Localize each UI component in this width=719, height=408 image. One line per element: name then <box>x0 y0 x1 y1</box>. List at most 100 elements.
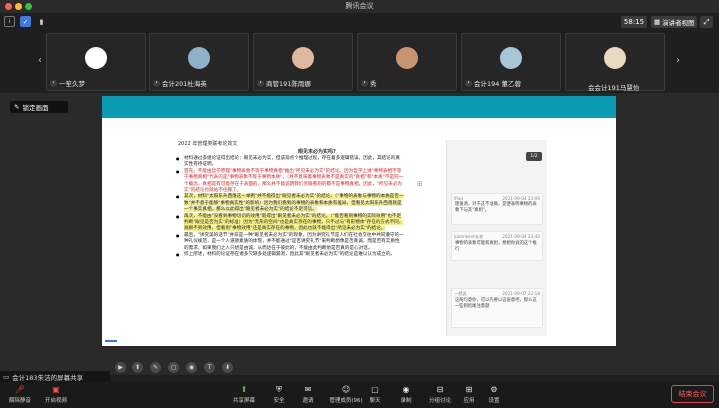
document-paragraph: 再次，不能由"没看到事物切切的效用"就得出"眼见者未必为实"的结论。（"能否看到… <box>176 213 404 233</box>
chat-icon: ▢ <box>371 385 379 394</box>
mic-icon: • <box>50 79 57 87</box>
document-title: 眼见未必为实吗? <box>298 149 336 155</box>
participant-name: 会会计191马慧怡 <box>588 82 639 92</box>
participant-name-text: 会会计191马慧怡 <box>588 84 640 92</box>
shield-icon[interactable]: ✓ <box>20 16 31 27</box>
document-paragraph: 综上所述，材料的论证存在诸多欠缺多处逻辑漏洞，因此其"眼见者未必为实"的结论是难… <box>176 252 404 259</box>
share-screen-icon: ⬆ <box>240 385 248 394</box>
mic-icon: • <box>361 79 368 87</box>
document-header: 2022 年管理类联考论效文 <box>178 141 238 147</box>
document-paragraph: 最后，"讲究美的话节"并非是一种"眼见者未必为实"的现象。因为讲究礼节是人们在社… <box>176 233 404 252</box>
share-status-text: 会计183朱洁的屏幕共享 <box>12 373 84 382</box>
prev-page-arrow[interactable]: ‹ <box>38 55 42 66</box>
comment-text: 这两句意你，可以先要以这说意吧，那么这一些则结尾注意题 <box>455 298 537 309</box>
invite-button[interactable]: ✉ 邀请 <box>290 384 326 406</box>
participant-name: • 会计201杜海英 <box>153 78 245 88</box>
avatar <box>396 47 418 69</box>
avatar <box>292 47 314 69</box>
comment-header: 一就说 2021-09-07 22:18 <box>452 289 542 297</box>
text-icon[interactable]: T <box>204 362 215 373</box>
participant-tile[interactable]: • 商管191陈雨娜 <box>253 33 353 91</box>
comment-header: iPad 2021-09-04 23:09 <box>452 194 542 201</box>
share-screen-button[interactable]: ⬆ 共享屏幕 <box>226 384 262 406</box>
avatar <box>188 47 210 69</box>
screen-share-icon: ▭ <box>3 372 10 381</box>
avatar <box>604 47 626 69</box>
comment-marker-icon[interactable]: ⊞ <box>417 180 423 188</box>
document-body: 材料通过多组论证得出结论：眼见未必为实，但该观点个推理过程，存在着多逻辑错误，因… <box>176 156 404 259</box>
comment-text: 事物的表象可能和真相，想想你说的这个推行 <box>455 241 537 252</box>
progress-line <box>105 340 117 342</box>
document-paragraph: 材料通过多组论证得出结论：眼见未必为实，但该观点个推理过程，存在着多逻辑错误，因… <box>176 156 404 169</box>
participant-name: • 商管191陈雨娜 <box>257 78 349 88</box>
view-mode-button[interactable]: ▦ 演讲者视图 <box>651 16 697 28</box>
comment-card[interactable]: iPad 2021-09-04 23:09 理很清，对于这不准确，是便表明事物的表象… <box>451 193 543 225</box>
end-meeting-button[interactable]: 结束会议 <box>671 385 714 403</box>
participants-icon: ☺ <box>341 385 351 394</box>
pin-icon: ✎ <box>14 103 20 111</box>
play-icon[interactable]: ▶ <box>115 362 126 373</box>
document-paragraph: 其次，材料"太阳东升西落这一举例"并不能得出"眼见者未必为实"的结论。（"事物的… <box>176 194 404 213</box>
document-paragraph: 首先，不能由哲学原理"事物表象不等于事物真相"推出"所见未必为实"的结论。因为哲… <box>176 169 404 195</box>
mouse-icon[interactable]: ⬆ <box>132 362 143 373</box>
participant-tile[interactable]: • 一笙久梦 <box>46 33 146 91</box>
view-mode-label: 演讲者视图 <box>662 19 695 27</box>
meeting-info-bar: i ✓ ▮ 58:15 ▦ 演讲者视图 ⤢ <box>0 13 719 31</box>
record-icon: ◉ <box>402 385 410 394</box>
participant-tile[interactable]: • 会计201杜海英 <box>149 33 249 91</box>
record-button[interactable]: ◉ 录制 <box>388 384 424 406</box>
meeting-timer: 58:15 <box>621 16 647 28</box>
paragraph-text: 材料通过多组论证得出结论：眼见未必为实，但该观点个推理过程，存在着多逻辑错误，因… <box>184 156 400 168</box>
comment-card[interactable]: karenkent长老 2021-09-04 23:40 事物的表象可能和真相，想想… <box>451 231 543 261</box>
paragraph-text: 最后，"讲究美的话节"并非是一种"眼见者未必为实"的现象。因为讲究礼节是人们在社… <box>184 232 404 251</box>
document-page: 2022 年管理类联考论效文 眼见未必为实吗? 材料通过多组论证得出结论：眼见未… <box>102 118 445 346</box>
comment-header: karenkent长老 2021-09-04 23:40 <box>452 232 542 240</box>
breakout-rooms-icon: ⊟ <box>436 385 444 394</box>
pen-icon[interactable]: ✎ <box>150 362 161 373</box>
participant-name-text: 会计194 董乙蓉 <box>474 80 521 88</box>
info-icon[interactable]: i <box>4 16 15 27</box>
mic-icon: • <box>153 79 160 87</box>
eraser-icon[interactable]: ◻ <box>168 362 179 373</box>
video-button[interactable]: ▣ 开启视频 <box>38 384 74 406</box>
mic-icon: • <box>257 79 264 87</box>
mute-button[interactable]: 🎤︎ 解除静音 <box>2 384 38 406</box>
comment-card[interactable]: 一就说 2021-09-07 22:18 这两句意你，可以先要以这说意吧，那么这一些… <box>451 288 543 328</box>
settings-button[interactable]: ⚙ 设置 <box>476 384 512 406</box>
participant-name: • 会计194 董乙蓉 <box>465 78 557 88</box>
security-shield-icon: ⛨ <box>276 384 282 394</box>
participant-tile[interactable]: • 秀 <box>357 33 457 91</box>
page-counter: 1/2 <box>526 152 542 161</box>
lock-view-button[interactable]: ✎ 锁定画面 <box>10 101 68 113</box>
participant-name-text: 一笙久梦 <box>59 80 85 88</box>
paragraph-text: 首先，不能由哲学原理"事物表象不等于事物真相"推出"所见未必为实"的结论。因为哲… <box>184 168 404 194</box>
stamp-icon[interactable]: ◉ <box>186 362 197 373</box>
avatar <box>85 47 107 69</box>
participant-name-text: 秀 <box>370 80 377 88</box>
avatar <box>500 47 522 69</box>
next-page-arrow[interactable]: › <box>676 55 680 66</box>
document-banner <box>102 96 616 118</box>
participant-name-text: 商管191陈雨娜 <box>266 80 311 88</box>
comment-author: karenkent长老 <box>454 234 484 239</box>
mic-icon: • <box>465 79 472 87</box>
comment-time: 2021-09-07 22:18 <box>502 291 540 296</box>
participant-name: • 秀 <box>361 78 453 88</box>
fullscreen-icon: ⤢ <box>703 17 710 26</box>
comment-author: iPad <box>454 196 463 201</box>
video-off-icon: ▣ <box>52 385 60 394</box>
invite-icon: ✉ <box>304 385 312 394</box>
comment-text: 理很清，对于这不准确，是便表明事物的表象下与其"真相"。 <box>455 202 537 213</box>
grid-icon: ▦ <box>654 18 661 26</box>
participant-tile[interactable]: • 会计194 董乙蓉 <box>461 33 561 91</box>
participant-name-text: 会计201杜海英 <box>162 80 207 88</box>
save-icon[interactable]: ⬇ <box>222 362 233 373</box>
paragraph-text: 综上所述，材料的论证存在诸多欠缺多处逻辑漏洞，因此其"眼见者未必为实"的结论是难… <box>184 252 395 258</box>
signal-icon[interactable]: ▮ <box>36 16 47 27</box>
gear-icon: ⚙ <box>490 385 498 394</box>
muted-mic-icon: 🎤︎ <box>14 385 26 394</box>
comment-time: 2021-09-04 23:09 <box>502 196 540 201</box>
fullscreen-button[interactable]: ⤢ <box>700 16 713 28</box>
window-title-bar: 腾讯会议 <box>0 0 719 13</box>
participant-name: • 一笙久梦 <box>50 78 142 88</box>
